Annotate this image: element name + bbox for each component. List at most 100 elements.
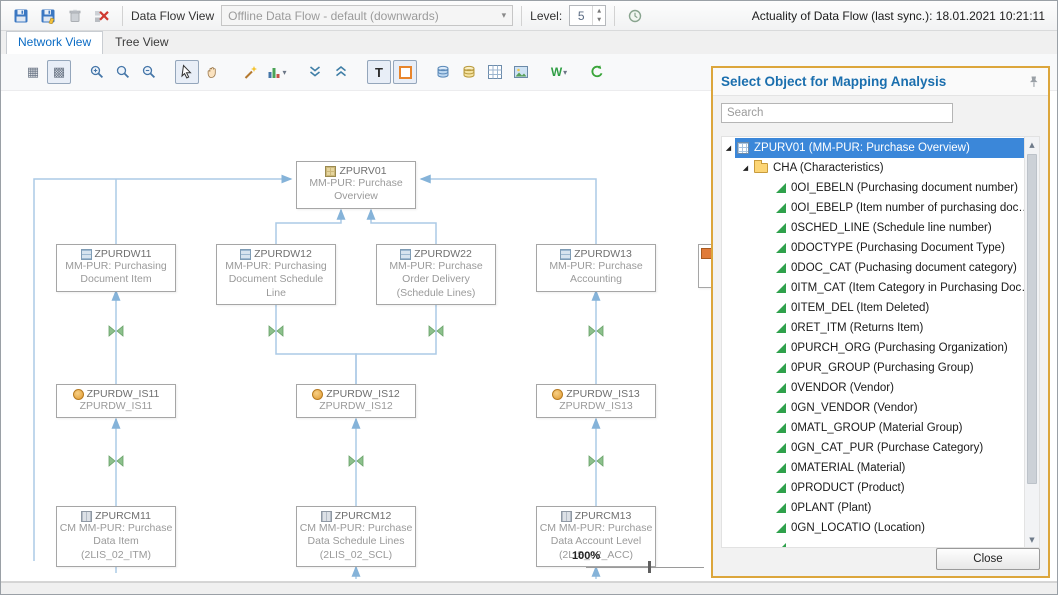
tree-row-partial[interactable]: [722, 538, 1024, 547]
tree-row[interactable]: 0PLANT (Plant): [722, 498, 1024, 518]
characteristic-icon: [776, 183, 786, 193]
zoom-slider-handle[interactable]: [648, 561, 651, 573]
tree-row[interactable]: 0MATERIAL (Material): [722, 458, 1024, 478]
toolbar-separator: [122, 6, 123, 26]
zoom-in-button[interactable]: [85, 60, 109, 84]
node-id: ZPURDW11: [95, 248, 152, 260]
tree-row[interactable]: 0ITM_CAT (Item Category in Purchasing Do…: [722, 278, 1024, 298]
characteristic-icon: [776, 423, 786, 433]
tree-item-label: 0RET_ITM (Returns Item): [791, 322, 923, 334]
node-zpurv01[interactable]: ZPURV01 MM-PUR: Purchase Overview: [296, 161, 416, 209]
characteristic-icon: [776, 503, 786, 513]
node-zpurcm11[interactable]: ZPURCM11 CM MM-PUR: Purchase Data Item (…: [56, 506, 176, 567]
expand-all-button[interactable]: [303, 60, 327, 84]
scroll-up-icon[interactable]: ▲: [1025, 137, 1039, 152]
tree-row[interactable]: 0MATL_GROUP (Material Group): [722, 418, 1024, 438]
node-zpurdw12[interactable]: ZPURDW12 MM-PUR: Purchasing Document Sch…: [216, 244, 336, 305]
level-spinner[interactable]: 5 ▲ ▼: [569, 5, 606, 26]
snap-grid-button[interactable]: ▩: [47, 60, 71, 84]
select-mode-button[interactable]: [175, 60, 199, 84]
characteristic-icon: [776, 523, 786, 533]
node-title: ZPURDW_IS13: [539, 400, 653, 413]
toolbar-separator: [614, 6, 615, 26]
selected-row-highlight: ZPURV01 (MM-PUR: Purchase Overview): [735, 138, 1024, 158]
show-text-button[interactable]: T: [367, 60, 391, 84]
zoom-out-button[interactable]: [137, 60, 161, 84]
tree-row[interactable]: 0SCHED_LINE (Schedule line number): [722, 218, 1024, 238]
node-zpurdw-is11[interactable]: ZPURDW_IS11 ZPURDW_IS11: [56, 384, 176, 418]
show-datasources-button[interactable]: [457, 60, 481, 84]
display-options-button[interactable]: ▾: [265, 60, 289, 84]
close-button[interactable]: Close: [936, 548, 1040, 570]
save-all-button[interactable]: [36, 4, 60, 28]
tree-row[interactable]: 0ITEM_DEL (Item Deleted): [722, 298, 1024, 318]
node-zpurdw22[interactable]: ZPURDW22 MM-PUR: Purchase Order Delivery…: [376, 244, 496, 305]
spinner-down-icon[interactable]: ▼: [593, 16, 605, 26]
node-zpurdw13[interactable]: ZPURDW13 MM-PUR: Purchase Accounting: [536, 244, 656, 292]
open-folder-icon: [754, 163, 768, 173]
node-id: ZPURCM13: [575, 510, 632, 522]
refresh-button[interactable]: [585, 60, 609, 84]
refresh-icon: [589, 64, 605, 80]
search-row: [713, 96, 1048, 129]
tree-item-label: 0GN_CAT_PUR (Purchase Category): [791, 442, 983, 454]
node-zpurdw-is12[interactable]: ZPURDW_IS12 ZPURDW_IS12: [296, 384, 416, 418]
tree-row[interactable]: 0OI_EBELP (Item number of purchasing doc…: [722, 198, 1024, 218]
double-chevron-down-icon: [307, 64, 323, 80]
tab-network-view[interactable]: Network View: [6, 31, 103, 54]
data-flow-dropdown[interactable]: Offline Data Flow - default (downwards) …: [221, 5, 513, 26]
data-flow-dropdown-value: Offline Data Flow - default (downwards): [228, 9, 439, 23]
delete-button[interactable]: [63, 4, 87, 28]
pan-mode-button[interactable]: [201, 60, 225, 84]
pin-icon[interactable]: [1027, 75, 1040, 88]
tree-row[interactable]: 0PURCH_ORG (Purchasing Organization): [722, 338, 1024, 358]
node-zpurcm12[interactable]: ZPURCM12 CM MM-PUR: Purchase Data Schedu…: [296, 506, 416, 567]
database-yellow-icon: [461, 64, 477, 80]
tree-row[interactable]: 0GN_LOCATIO (Location): [722, 518, 1024, 538]
node-id: ZPURDW_IS13: [566, 388, 640, 400]
grid-layout-button[interactable]: ▦: [21, 60, 45, 84]
zoom-original-button[interactable]: [111, 60, 135, 84]
tree-row-root[interactable]: ◢ ZPURV01 (MM-PUR: Purchase Overview): [722, 138, 1024, 158]
delete-data-flow-button[interactable]: [90, 4, 114, 28]
infosource-icon: [312, 389, 323, 400]
tree-row[interactable]: 0DOCTYPE (Purchasing Document Type): [722, 238, 1024, 258]
expander-icon[interactable]: ◢: [739, 164, 752, 172]
expander-icon[interactable]: ◢: [722, 144, 735, 152]
tree-scrollbar[interactable]: ▲ ▼: [1024, 137, 1039, 547]
characteristic-icon: [776, 383, 786, 393]
tab-tree-view[interactable]: Tree View: [103, 31, 180, 54]
spinner-up-icon[interactable]: ▲: [593, 6, 605, 16]
node-id: ZPURDW12: [254, 248, 312, 260]
characteristic-icon: [776, 283, 786, 293]
tree-row[interactable]: 0DOC_CAT (Puchasing document category): [722, 258, 1024, 278]
search-input[interactable]: [721, 103, 953, 123]
node-zpurdw-is13[interactable]: ZPURDW_IS13 ZPURDW_IS13: [536, 384, 656, 418]
tree-row[interactable]: 0PRODUCT (Product): [722, 478, 1024, 498]
scroll-down-icon[interactable]: ▼: [1025, 532, 1039, 547]
save-button[interactable]: [9, 4, 33, 28]
tree-row[interactable]: 0VENDOR (Vendor): [722, 378, 1024, 398]
show-infoproviders-button[interactable]: [431, 60, 455, 84]
scrollbar-thumb[interactable]: [1027, 154, 1037, 484]
tree-row-folder[interactable]: ◢ CHA (Characteristics): [722, 158, 1024, 178]
highlight-frame-button[interactable]: [393, 60, 417, 84]
sync-status-button[interactable]: [623, 4, 647, 28]
characteristic-icon: [776, 323, 786, 333]
watermark-button[interactable]: W ▾: [547, 60, 571, 84]
auto-layout-button[interactable]: [239, 60, 263, 84]
infoprovider-icon: [737, 142, 749, 154]
tree-item-label: 0OI_EBELN (Purchasing document number): [791, 182, 1018, 194]
tree-row[interactable]: 0GN_CAT_PUR (Purchase Category): [722, 438, 1024, 458]
infoprovider-icon: [325, 166, 336, 177]
show-grid-button[interactable]: [483, 60, 507, 84]
collapse-all-button[interactable]: [329, 60, 353, 84]
tree-row[interactable]: 0PUR_GROUP (Purchasing Group): [722, 358, 1024, 378]
zoom-slider-track[interactable]: [586, 567, 704, 568]
export-image-button[interactable]: [509, 60, 533, 84]
tree-row[interactable]: 0OI_EBELN (Purchasing document number): [722, 178, 1024, 198]
node-zpurdw11[interactable]: ZPURDW11 MM-PUR: Purchasing Document Ite…: [56, 244, 176, 292]
characteristic-icon: [776, 463, 786, 473]
tree-row[interactable]: 0RET_ITM (Returns Item): [722, 318, 1024, 338]
tree-row[interactable]: 0GN_VENDOR (Vendor): [722, 398, 1024, 418]
